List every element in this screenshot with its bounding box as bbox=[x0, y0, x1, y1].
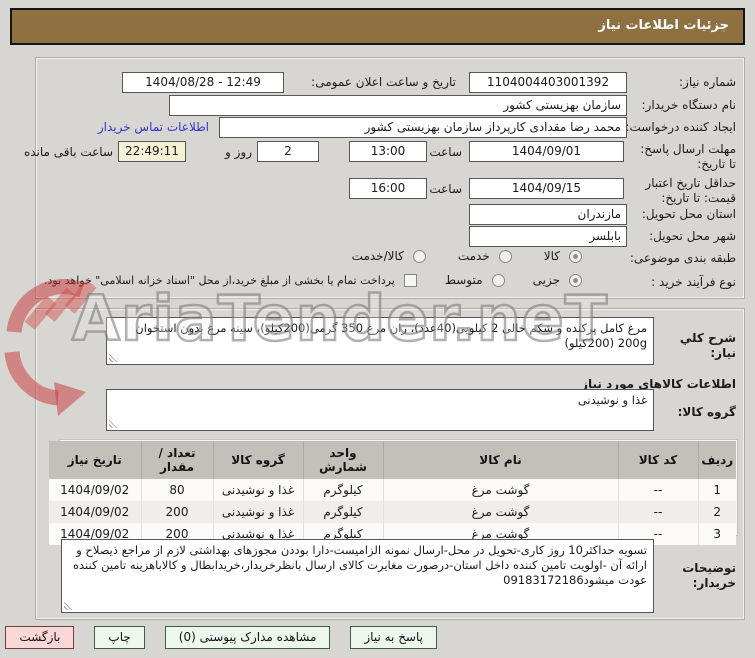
table-row[interactable]: 2 -- گوشت مرغ کیلوگرم غذا و نوشیدنی 200 … bbox=[49, 501, 736, 523]
buyer-org-label: نام دستگاه خریدار: bbox=[641, 98, 737, 112]
radio-medium[interactable] bbox=[491, 273, 505, 287]
general-info-panel: شماره نیاز: 1104004403001392 تاریخ و ساع… bbox=[24, 57, 745, 299]
subject-class-options: کالا خدمت کالا/خدمت bbox=[352, 249, 582, 263]
reply-deadline-date-field[interactable]: 1404/09/01 bbox=[469, 141, 624, 162]
print-button[interactable]: چاپ bbox=[94, 626, 145, 649]
request-creator-field[interactable]: محمد رضا مقدادی کارپرداز سازمان بهزیستی … bbox=[219, 117, 627, 138]
cell-item-name: گوشت مرغ bbox=[382, 501, 618, 523]
view-attachments-button[interactable]: مشاهده مدارک پیوستی (0) bbox=[164, 626, 331, 649]
remaining-time-label: ساعت باقی مانده bbox=[23, 145, 113, 159]
price-validity-date-field[interactable]: 1404/09/15 bbox=[469, 178, 624, 199]
reply-deadline-time-field[interactable]: 13:00 bbox=[349, 141, 427, 162]
buyer-notes-textarea[interactable]: تسویه حداکثر10 روز کاری-تحویل در محل-ارس… bbox=[61, 539, 654, 613]
col-item-group: گروه کالا bbox=[212, 441, 303, 479]
city-label: شهر محل تحویل: bbox=[649, 229, 736, 243]
buyer-notes-label: توضیحات خریدار: bbox=[682, 561, 736, 590]
need-desc-label: شرح کلي نیاز: bbox=[679, 331, 736, 360]
col-item-name: نام کالا bbox=[382, 441, 618, 479]
cell-item-group: غذا و نوشیدنی bbox=[212, 501, 303, 523]
city-field[interactable]: بابلسر bbox=[469, 226, 627, 247]
col-quantity: تعداد / مقدار bbox=[140, 441, 213, 479]
cell-row-number: 3 bbox=[697, 523, 736, 545]
treasury-docs-checkbox[interactable] bbox=[403, 273, 417, 287]
cell-row-number: 2 bbox=[697, 501, 736, 523]
subject-class-label: طبقه بندی موضوعی: bbox=[629, 251, 736, 265]
table-row[interactable]: 1 -- گوشت مرغ کیلوگرم غذا و نوشیدنی 80 1… bbox=[49, 479, 736, 501]
cell-item-code: -- bbox=[617, 479, 698, 501]
cell-need-date: 1404/09/02 bbox=[60, 483, 130, 497]
buyer-contact-link[interactable]: اطلاعات تماس خریدار bbox=[98, 120, 209, 134]
reply-deadline-label: مهلت ارسال پاسخ: تا تاریخ: bbox=[640, 142, 736, 171]
remaining-days-label: روز و bbox=[225, 145, 252, 159]
radio-goods[interactable] bbox=[569, 249, 582, 263]
cell-item-name: گوشت مرغ bbox=[382, 479, 618, 501]
radio-medium-label: متوسط bbox=[444, 273, 483, 287]
cell-item-group: غذا و نوشیدنی bbox=[212, 479, 303, 501]
cell-quantity: 200 bbox=[140, 501, 213, 523]
table-header-row: ردیف کد کالا نام کالا واحد شمارش گروه کا… bbox=[49, 441, 736, 479]
price-validity-time-field[interactable]: 16:00 bbox=[349, 178, 427, 199]
cell-count-unit: کیلوگرم bbox=[302, 501, 383, 523]
radio-service-label: خدمت bbox=[457, 249, 490, 263]
announce-datetime-label: تاریخ و ساعت اعلان عمومی: bbox=[311, 75, 456, 89]
radio-minor[interactable] bbox=[569, 273, 582, 287]
price-validity-hour-label: ساعت bbox=[429, 182, 462, 196]
province-label: استان محل تحویل: bbox=[641, 207, 736, 221]
buyer-org-field[interactable]: سازمان بهزیستی کشور bbox=[169, 95, 627, 116]
reply-deadline-hour-label: ساعت bbox=[429, 145, 462, 159]
items-table-container[interactable]: ردیف کد کالا نام کالا واحد شمارش گروه کا… bbox=[49, 439, 738, 545]
need-number-label: شماره نیاز: bbox=[679, 75, 736, 89]
price-validity-label: حداقل تاریخ اعتبار قیمت: تا تاریخ: bbox=[645, 176, 736, 205]
goods-group-label: گروه کالا: bbox=[677, 405, 736, 419]
cell-count-unit: کیلوگرم bbox=[302, 479, 383, 501]
announce-datetime-field[interactable]: 1404/08/28 - 12:49 bbox=[122, 72, 284, 93]
treasury-docs-label: پرداخت تمام یا بخشی از مبلغ خرید،از محل … bbox=[44, 273, 395, 287]
reply-to-need-button[interactable]: پاسخ به نیاز bbox=[350, 626, 437, 649]
radio-minor-label: جزیی bbox=[532, 273, 560, 287]
radio-service[interactable] bbox=[498, 249, 512, 263]
action-button-bar: پاسخ به نیاز مشاهده مدارک پیوستی (0) چاپ… bbox=[0, 626, 437, 649]
radio-goods-service[interactable] bbox=[412, 249, 426, 263]
request-creator-label: ایجاد کننده درخواست: bbox=[625, 120, 736, 134]
purchase-process-options: جزیی متوسط پرداخت تمام یا بخشی از مبلغ خ… bbox=[44, 273, 582, 287]
radio-goods-service-label: کالا/خدمت bbox=[351, 249, 404, 263]
tender-details-page: جزئیات اطلاعات نیاز شماره نیاز: 11040044… bbox=[0, 0, 755, 658]
need-number-field[interactable]: 1104004403001392 bbox=[469, 72, 627, 93]
need-desc-textarea[interactable]: مرغ کامل پرکنده و شکم خالی 2 کیلویی(40عد… bbox=[106, 317, 654, 365]
goods-details-panel: شرح کلي نیاز: مرغ کامل پرکنده و شکم خالی… bbox=[35, 308, 745, 620]
col-row-number: ردیف bbox=[697, 441, 736, 479]
cell-row-number: 1 bbox=[697, 479, 736, 501]
cell-quantity: 80 bbox=[140, 479, 213, 501]
remaining-time-field: 22:49:11 bbox=[118, 141, 186, 162]
back-button[interactable]: بازگشت bbox=[5, 626, 75, 649]
goods-group-textarea[interactable]: غذا و نوشیدنی bbox=[106, 389, 654, 431]
col-need-date: تاریخ نیاز bbox=[49, 441, 141, 479]
items-table: ردیف کد کالا نام کالا واحد شمارش گروه کا… bbox=[49, 441, 736, 545]
remaining-days-field[interactable]: 2 bbox=[257, 141, 319, 162]
purchase-process-label: نوع فرآیند خرید : bbox=[651, 275, 736, 289]
col-item-code: کد کالا bbox=[617, 441, 698, 479]
page-title: جزئیات اطلاعات نیاز bbox=[10, 8, 745, 45]
cell-need-date: 1404/09/02 bbox=[60, 505, 130, 519]
col-count-unit: واحد شمارش bbox=[302, 441, 383, 479]
cell-item-code: -- bbox=[617, 501, 698, 523]
radio-goods-label: کالا bbox=[543, 249, 560, 263]
province-field[interactable]: مازندران bbox=[469, 204, 627, 225]
